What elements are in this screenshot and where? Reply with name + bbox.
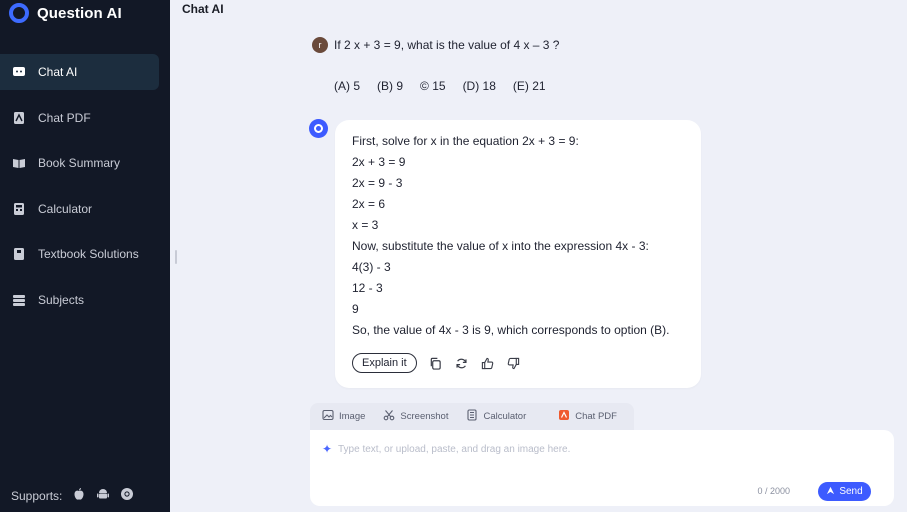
tool-label: Image [339, 411, 366, 422]
answer-line: 2x = 9 - 3 [352, 176, 403, 190]
input-tool-tabs: Image Screenshot Calculator Chat PDF [310, 403, 634, 430]
sidebar-item-chat-pdf[interactable]: Chat PDF [0, 100, 170, 136]
option-b: (B) 9 [377, 79, 404, 93]
sidebar-item-chat-ai[interactable]: Chat AI [0, 54, 159, 90]
sidebar-item-label: Book Summary [38, 156, 121, 170]
tool-label: Screenshot [400, 411, 449, 422]
answer-line: x = 3 [352, 218, 379, 232]
page-title: Chat AI [182, 2, 224, 16]
thumbs-down-icon[interactable] [507, 356, 521, 370]
tool-chat-pdf[interactable]: Chat PDF [558, 409, 617, 424]
chat-icon [12, 65, 26, 79]
textbook-icon [12, 247, 26, 261]
option-d: (D) 18 [462, 79, 496, 93]
chat-input-box: ✦ 0 / 2000 Send [310, 430, 894, 506]
pdf-icon [12, 111, 26, 125]
sidebar: Question AI Chat AI Chat PDF Book Summar… [0, 0, 170, 512]
explain-button[interactable]: Explain it [352, 353, 417, 373]
regenerate-icon[interactable] [455, 356, 469, 370]
tool-label: Chat PDF [575, 411, 617, 422]
answer-actions: Explain it [352, 353, 521, 373]
tool-calculator[interactable]: Calculator [466, 409, 526, 424]
answer-options: (A) 5 (B) 9 © 15 (D) 18 (E) 21 [334, 79, 546, 93]
sidebar-item-label: Calculator [38, 201, 93, 216]
brand-name: Question AI [37, 4, 122, 22]
answer-line: So, the value of 4x - 3 is 9, which corr… [352, 323, 670, 337]
option-c: © 15 [420, 79, 446, 93]
sidebar-item-calculator[interactable]: Calculator [0, 191, 170, 227]
sidebar-nav: Chat AI Chat PDF Book Summary Calculator… [0, 54, 170, 327]
answer-line: 12 - 3 [352, 281, 383, 295]
answer-line: 9 [352, 302, 359, 316]
brand[interactable]: Question AI [9, 3, 122, 23]
layers-icon [12, 293, 26, 307]
calculator-icon [466, 409, 478, 424]
image-icon [322, 409, 334, 424]
scissors-icon [383, 409, 395, 424]
send-label: Send [839, 486, 863, 497]
question-text: If 2 x + 3 = 9, what is the value of 4 x… [334, 38, 560, 52]
main-panel: Chat AI r If 2 x + 3 = 9, what is the va… [170, 0, 907, 512]
tool-label: Calculator [483, 411, 527, 422]
send-icon [826, 486, 835, 498]
char-count: 0 / 2000 [757, 486, 790, 496]
book-icon [12, 156, 26, 170]
chrome-icon[interactable] [120, 487, 134, 504]
tool-screenshot[interactable]: Screenshot [383, 409, 448, 424]
sidebar-item-label: Textbook Solutions [38, 247, 139, 261]
answer-line: Now, substitute the value of x into the … [352, 239, 649, 253]
logo-icon [9, 3, 29, 23]
sidebar-item-label: Subjects [38, 292, 85, 307]
ai-avatar [309, 119, 328, 138]
ai-logo-icon [314, 124, 323, 133]
option-a: (A) 5 [334, 79, 361, 93]
android-icon[interactable] [96, 487, 110, 504]
thumbs-up-icon[interactable] [481, 356, 495, 370]
answer-line: First, solve for x in the equation 2x + … [352, 134, 579, 148]
sidebar-item-label: Chat PDF [38, 110, 91, 125]
sparkle-icon: ✦ [322, 442, 333, 456]
tool-image[interactable]: Image [322, 409, 365, 424]
sidebar-item-textbook-solutions[interactable]: Textbook Solutions [0, 236, 170, 272]
copy-icon[interactable] [429, 356, 443, 370]
calculator-icon [12, 202, 26, 216]
answer-line: 4(3) - 3 [352, 260, 391, 274]
supports-row: Supports: [11, 487, 134, 504]
supports-label: Supports: [11, 488, 63, 503]
send-button[interactable]: Send [818, 482, 871, 501]
chat-input[interactable] [338, 439, 858, 459]
answer-card: First, solve for x in the equation 2x + … [335, 120, 701, 388]
sidebar-item-book-summary[interactable]: Book Summary [0, 145, 170, 181]
option-e: (E) 21 [512, 79, 546, 93]
pdf-icon [558, 409, 570, 424]
answer-line: 2x = 6 [352, 197, 386, 211]
sidebar-item-label: Chat AI [38, 65, 78, 79]
sidebar-item-subjects[interactable]: Subjects [0, 282, 170, 318]
answer-line: 2x + 3 = 9 [352, 155, 406, 169]
user-avatar: r [312, 37, 328, 53]
apple-icon[interactable] [72, 487, 86, 504]
